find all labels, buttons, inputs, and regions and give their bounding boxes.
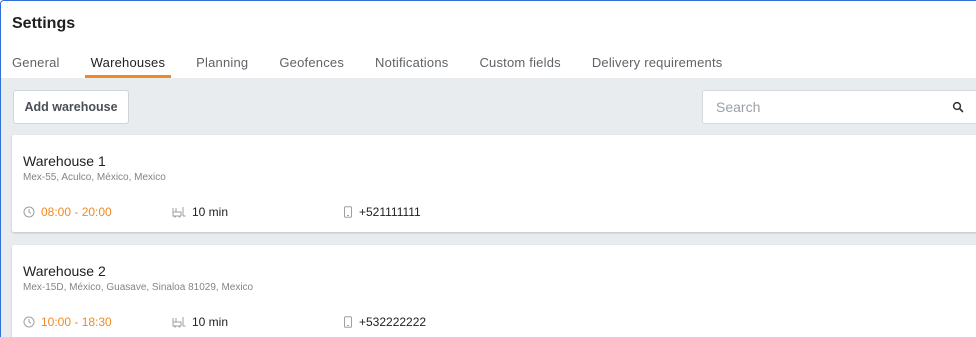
tab-planning[interactable]: Planning [196,47,248,78]
warehouse-hours: 08:00 - 20:00 [23,205,112,219]
forklift-icon [172,207,186,218]
warehouse-name: Warehouse 1 [23,153,106,169]
settings-header: Settings General Warehouses Planning Geo… [1,1,976,78]
phone-text: +521111111 [359,205,421,219]
tab-geofences[interactable]: Geofences [279,47,344,78]
warehouse-duration: 10 min [172,205,228,219]
add-warehouse-button[interactable]: Add warehouse [13,90,129,124]
warehouse-card[interactable]: Warehouse 2 Mex-15D, México, Guasave, Si… [12,245,976,337]
tab-warehouses[interactable]: Warehouses [84,47,171,78]
page-title: Settings [12,15,76,32]
settings-tabs: General Warehouses Planning Geofences No… [12,47,753,78]
warehouse-phone: +521111111 [343,205,421,219]
warehouse-address: Mex-15D, México, Guasave, Sinaloa 81029,… [23,282,254,293]
warehouse-name: Warehouse 2 [23,263,106,279]
search-icon[interactable] [952,101,964,113]
clock-icon [23,316,35,328]
warehouse-toolbar: Add warehouse [1,78,976,135]
warehouse-hours: 10:00 - 18:30 [23,315,112,329]
search-input[interactable] [703,99,933,115]
phone-text: +532222222 [359,315,427,329]
clock-icon [23,206,35,218]
warehouse-phone: +532222222 [343,315,426,329]
tab-custom-fields[interactable]: Custom fields [479,47,560,78]
warehouse-card[interactable]: Warehouse 1 Mex-55, Aculco, México, Mexi… [12,135,976,232]
warehouse-address: Mex-55, Aculco, México, Mexico [23,172,166,183]
hours-text: 10:00 - 18:30 [41,315,112,329]
phone-icon [344,316,352,328]
tab-general[interactable]: General [12,47,60,78]
forklift-icon [172,317,186,328]
settings-window: Settings General Warehouses Planning Geo… [0,0,976,337]
tab-delivery-requirements[interactable]: Delivery requirements [592,47,723,78]
hours-text: 08:00 - 20:00 [41,205,112,219]
duration-text: 10 min [192,315,229,329]
phone-icon [344,206,352,218]
warehouse-duration: 10 min [172,315,228,329]
tab-notifications[interactable]: Notifications [375,47,448,78]
duration-text: 10 min [192,205,229,219]
search-box [702,90,976,124]
